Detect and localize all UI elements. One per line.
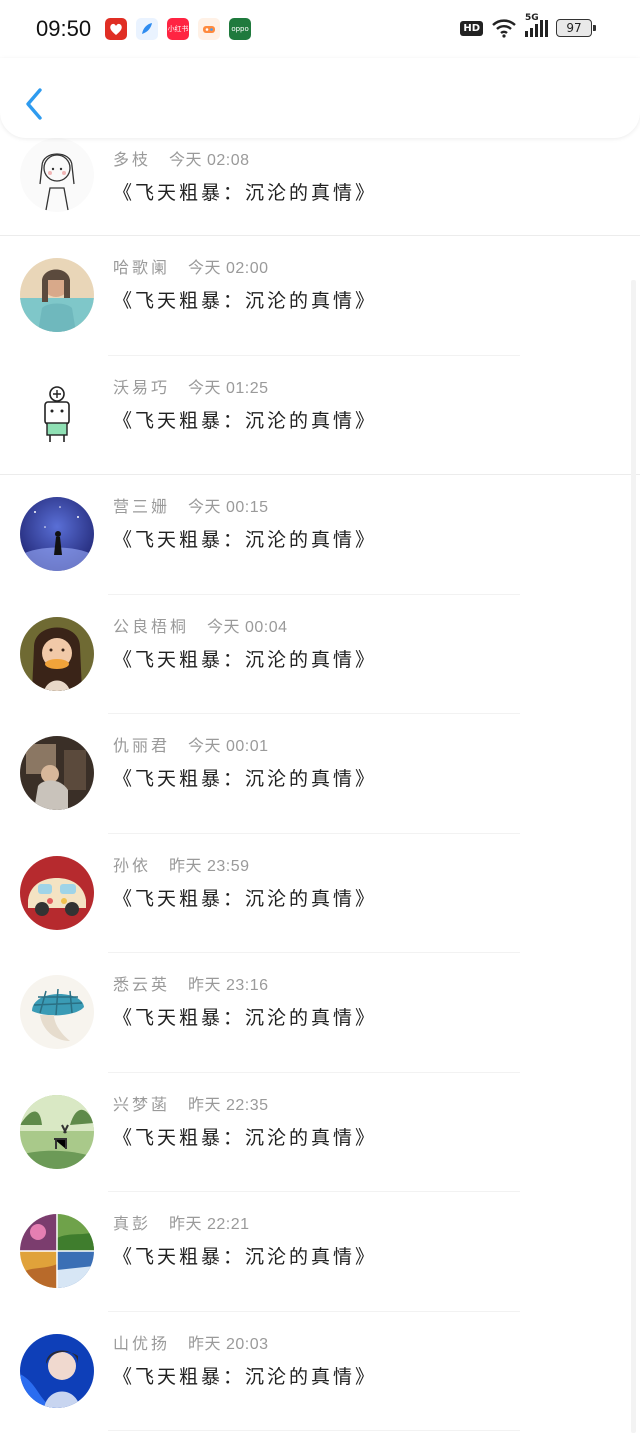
message-item[interactable]: 哈歌阑 今天 02:00 《飞天粗暴：沉沦的真情》 bbox=[0, 236, 640, 356]
battery-level: 97 bbox=[566, 21, 582, 35]
username[interactable]: 哈歌阑 bbox=[113, 258, 170, 277]
message-meta: 多枝 今天 02:08 bbox=[113, 146, 250, 170]
battery-icon: 97 bbox=[556, 19, 596, 37]
timestamp: 今天 02:08 bbox=[169, 152, 250, 169]
message-meta: 哈歌阑 今天 02:00 bbox=[113, 254, 269, 278]
message-item[interactable]: 真彭 昨天 22:21 《飞天粗暴：沉沦的真情》 bbox=[0, 1192, 640, 1312]
message-item[interactable]: 多枝 今天 02:08 《飞天粗暴：沉沦的真情》 bbox=[0, 138, 640, 236]
message-meta: 真彭 昨天 22:21 bbox=[113, 1210, 250, 1234]
timestamp: 昨天 22:21 bbox=[169, 1216, 250, 1233]
message-meta: 悉云英 昨天 23:16 bbox=[113, 971, 269, 995]
message-meta: 兴梦菡 昨天 22:35 bbox=[113, 1091, 269, 1115]
message-item[interactable]: 兴梦菡 昨天 22:35 《飞天粗暴：沉沦的真情》 bbox=[0, 1073, 640, 1192]
divider bbox=[108, 1430, 520, 1431]
message-item[interactable]: 孙依 昨天 23:59 《飞天粗暴：沉沦的真情》 bbox=[0, 834, 640, 953]
message-meta: 营三姗 今天 00:15 bbox=[113, 493, 269, 517]
oppo-icon: oppo bbox=[229, 18, 252, 40]
feather-app-icon bbox=[136, 18, 159, 40]
wifi-icon bbox=[492, 19, 516, 38]
username[interactable]: 沃易巧 bbox=[113, 378, 170, 397]
avatar[interactable] bbox=[20, 1333, 94, 1408]
avatar[interactable] bbox=[20, 1214, 94, 1288]
timestamp: 今天 01:25 bbox=[188, 379, 269, 397]
avatar[interactable] bbox=[20, 138, 94, 212]
message-meta: 仇丽君 今天 00:01 bbox=[113, 732, 269, 756]
timestamp: 今天 02:00 bbox=[188, 260, 269, 277]
avatar[interactable] bbox=[20, 377, 94, 452]
message-text: 《飞天粗暴：沉沦的真情》 bbox=[113, 290, 378, 312]
message-item[interactable]: 仇丽君 今天 00:01 《飞天粗暴：沉沦的真情》 bbox=[0, 714, 640, 834]
system-indicators: HD 5G 97 bbox=[460, 13, 596, 38]
message-meta: 公良梧桐 今天 00:04 bbox=[113, 613, 288, 637]
message-text: 《飞天粗暴：沉沦的真情》 bbox=[113, 768, 378, 790]
avatar[interactable] bbox=[20, 855, 94, 930]
notification-icons: 小红书 oppo bbox=[105, 18, 252, 40]
message-text: 《飞天粗暴：沉沦的真情》 bbox=[113, 409, 378, 432]
message-item[interactable]: 悉云英 昨天 23:16 《飞天粗暴：沉沦的真情》 bbox=[0, 953, 640, 1073]
status-bar: 09:50 小红书 oppo HD 5G 97 bbox=[0, 0, 640, 58]
username[interactable]: 营三姗 bbox=[113, 497, 170, 516]
message-item[interactable]: 沃易巧 今天 01:25 《飞天粗暴：沉沦的真情》 bbox=[0, 356, 640, 475]
avatar[interactable] bbox=[20, 975, 94, 1049]
avatar[interactable] bbox=[20, 497, 94, 571]
message-text: 《飞天粗暴：沉沦的真情》 bbox=[113, 887, 378, 910]
xiaohongshu-icon: 小红书 bbox=[167, 18, 190, 40]
pinduoduo-icon bbox=[105, 18, 128, 40]
username[interactable]: 真彭 bbox=[113, 1214, 151, 1233]
username[interactable]: 孙依 bbox=[113, 856, 151, 875]
message-text: 《飞天粗暴：沉沦的真情》 bbox=[113, 1246, 378, 1268]
timestamp: 昨天 20:03 bbox=[188, 1335, 269, 1353]
timestamp: 今天 00:15 bbox=[188, 499, 269, 516]
network-type: 5G bbox=[525, 13, 539, 23]
scrollbar[interactable] bbox=[631, 280, 636, 1433]
hd-badge: HD bbox=[460, 20, 483, 36]
timestamp: 昨天 23:16 bbox=[188, 977, 269, 994]
message-list: 多枝 今天 02:08 《飞天粗暴：沉沦的真情》 哈歌阑 今天 02:00 《飞天粗暴：沉… bbox=[0, 138, 640, 1431]
message-item[interactable]: 公良梧桐 今天 00:04 《飞天粗暴：沉沦的真情》 bbox=[0, 595, 640, 714]
message-text: 《飞天粗暴：沉沦的真情》 bbox=[113, 1126, 378, 1149]
message-text: 《飞天粗暴：沉沦的真情》 bbox=[113, 182, 378, 204]
message-text: 《飞天粗暴：沉沦的真情》 bbox=[113, 1007, 378, 1029]
message-text: 《飞天粗暴：沉沦的真情》 bbox=[113, 1365, 378, 1388]
avatar[interactable] bbox=[20, 1094, 94, 1169]
username[interactable]: 多枝 bbox=[113, 150, 151, 169]
nav-header bbox=[0, 58, 640, 138]
username[interactable]: 仇丽君 bbox=[113, 736, 170, 755]
game-app-icon bbox=[198, 18, 221, 40]
username[interactable]: 悉云英 bbox=[113, 975, 170, 994]
status-time: 09:50 bbox=[36, 16, 92, 41]
message-text: 《飞天粗暴：沉沦的真情》 bbox=[113, 529, 378, 551]
cellular-signal-icon: 5G bbox=[525, 13, 548, 37]
timestamp: 今天 00:04 bbox=[207, 618, 288, 636]
message-meta: 孙依 昨天 23:59 bbox=[113, 852, 250, 876]
message-item[interactable]: 山优扬 昨天 20:03 《飞天粗暴：沉沦的真情》 bbox=[0, 1312, 640, 1431]
username[interactable]: 公良梧桐 bbox=[113, 617, 189, 636]
username[interactable]: 兴梦菡 bbox=[113, 1095, 170, 1114]
chevron-left-icon[interactable] bbox=[20, 84, 50, 124]
avatar[interactable] bbox=[20, 736, 94, 810]
message-meta: 沃易巧 今天 01:25 bbox=[113, 374, 269, 398]
message-meta: 山优扬 昨天 20:03 bbox=[113, 1330, 269, 1354]
avatar[interactable] bbox=[20, 616, 94, 691]
timestamp: 昨天 22:35 bbox=[188, 1096, 269, 1114]
message-text: 《飞天粗暴：沉沦的真情》 bbox=[113, 648, 378, 671]
username[interactable]: 山优扬 bbox=[113, 1334, 170, 1353]
message-item[interactable]: 营三姗 今天 00:15 《飞天粗暴：沉沦的真情》 bbox=[0, 475, 640, 595]
timestamp: 今天 00:01 bbox=[188, 738, 269, 755]
timestamp: 昨天 23:59 bbox=[169, 857, 250, 875]
avatar[interactable] bbox=[20, 258, 94, 332]
